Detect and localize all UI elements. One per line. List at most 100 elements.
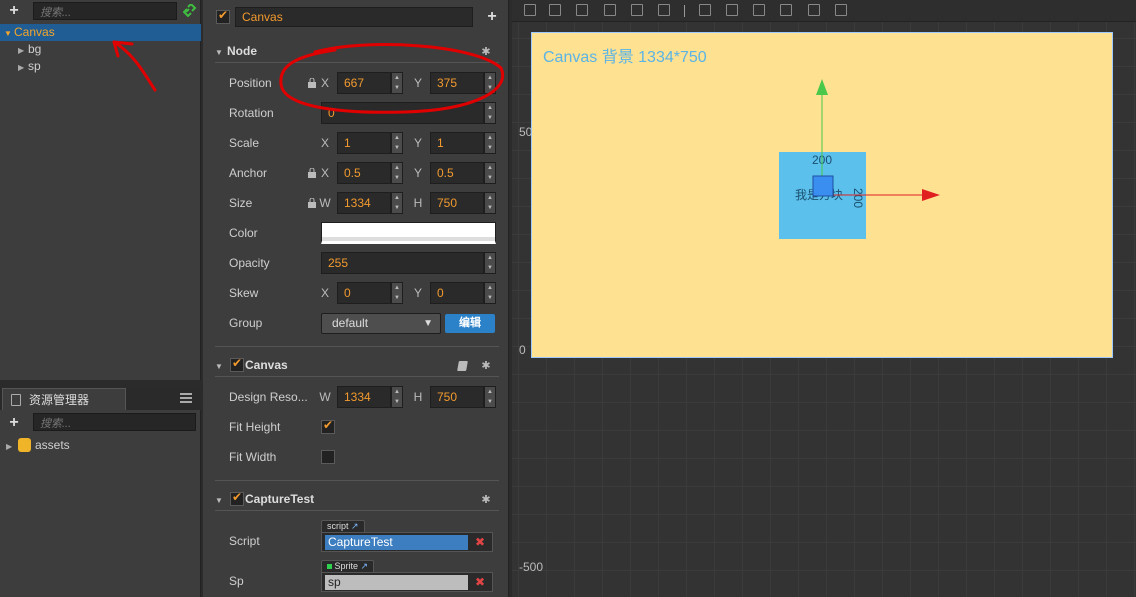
script-field[interactable]: CaptureTest ✖ xyxy=(321,532,493,552)
skew-y-input[interactable]: 0 xyxy=(430,282,484,304)
tab-assets-label: 资源管理器 xyxy=(29,393,90,407)
w-axis-label: W xyxy=(319,390,331,404)
add-asset-icon[interactable]: + xyxy=(6,415,22,431)
move-gizmo[interactable] xyxy=(812,79,942,204)
color-label: Color xyxy=(229,226,258,240)
canvas-enabled-checkbox[interactable] xyxy=(230,356,244,372)
collapse-arrow-icon[interactable]: ▼ xyxy=(215,490,227,512)
design-height-stepper[interactable]: ▲ ▼ xyxy=(484,386,496,408)
hierarchy-panel: + 搜索... ▼ Canvas ▶ bg ▶ sp xyxy=(0,0,201,380)
distribute-bottom-icon[interactable] xyxy=(753,4,765,16)
group-edit-button[interactable]: 编辑 xyxy=(445,314,495,333)
collapse-arrow-icon[interactable]: ▼ xyxy=(215,42,227,64)
assets-search-input[interactable]: 搜索... xyxy=(33,413,196,431)
node-active-checkbox[interactable] xyxy=(216,8,230,24)
tree-item-label: bg xyxy=(28,42,42,56)
capture-test-enabled-checkbox[interactable] xyxy=(230,490,244,506)
scale-x-stepper[interactable]: ▲ ▼ xyxy=(391,132,403,154)
sp-value: sp xyxy=(325,575,468,590)
book-icon[interactable] xyxy=(457,361,468,371)
x-axis-label: X xyxy=(320,286,329,300)
distribute-right-icon[interactable] xyxy=(835,4,847,16)
opacity-stepper[interactable]: ▲ ▼ xyxy=(484,252,496,274)
expand-arrow-icon[interactable]: ▶ xyxy=(6,442,12,451)
distribute-horizontal-icon[interactable] xyxy=(808,4,820,16)
size-h-stepper[interactable]: ▲ ▼ xyxy=(484,192,496,214)
scale-y-input[interactable]: 1 xyxy=(430,132,484,154)
canvas-node[interactable]: Canvas 背景 1334*750 我是方块 200 200 xyxy=(531,32,1113,358)
scene-view[interactable]: 500 0 -500 Canvas 背景 1334*750 我是方块 200 2… xyxy=(512,0,1136,597)
anchor-label: Anchor xyxy=(229,166,268,180)
distribute-left-icon[interactable] xyxy=(780,4,792,16)
align-bottom-icon[interactable] xyxy=(576,4,588,16)
align-right-icon[interactable] xyxy=(658,4,670,16)
lock-icon[interactable] xyxy=(307,198,317,208)
skew-y-stepper[interactable]: ▲ ▼ xyxy=(484,282,496,304)
clear-script-icon[interactable]: ✖ xyxy=(472,534,488,550)
expand-arrow-icon[interactable]: ▶ xyxy=(18,42,28,59)
lock-icon[interactable] xyxy=(307,168,317,178)
collapse-arrow-icon[interactable]: ▼ xyxy=(215,356,227,378)
external-link-icon[interactable]: ↗ xyxy=(351,521,359,531)
expand-arrow-icon[interactable]: ▶ xyxy=(18,59,28,76)
scale-x-input[interactable]: 1 xyxy=(337,132,391,154)
color-swatch[interactable] xyxy=(321,222,496,244)
sprite-dot-icon xyxy=(327,564,332,569)
align-horizontal-center-icon[interactable] xyxy=(631,4,643,16)
distribute-top-icon[interactable] xyxy=(699,4,711,16)
size-w-input[interactable]: 1334 xyxy=(337,192,391,214)
section-canvas[interactable]: ▼ Canvas xyxy=(215,354,499,376)
align-top-icon[interactable] xyxy=(524,4,536,16)
design-width-input[interactable]: 1334 xyxy=(337,386,391,408)
position-label: Position xyxy=(229,76,272,90)
menu-icon[interactable] xyxy=(180,393,192,403)
x-axis-label: X xyxy=(320,136,329,150)
section-capture-test[interactable]: ▼ CaptureTest xyxy=(215,488,499,510)
skew-x-stepper[interactable]: ▲ ▼ xyxy=(391,282,403,304)
chevron-down-icon: ▼ xyxy=(423,318,433,329)
fit-height-label: Fit Height xyxy=(229,420,281,434)
clear-sp-icon[interactable]: ✖ xyxy=(472,574,488,590)
section-canvas-title: Canvas xyxy=(245,358,288,372)
hierarchy-search-input[interactable]: 搜索... xyxy=(33,2,177,20)
node-name-input[interactable]: Canvas xyxy=(235,7,473,27)
script-value: CaptureTest xyxy=(325,535,468,550)
tree-item-assets[interactable]: ▶ assets xyxy=(6,437,70,454)
design-width-stepper[interactable]: ▲ ▼ xyxy=(391,386,403,408)
align-left-icon[interactable] xyxy=(604,4,616,16)
ruler-label: -500 xyxy=(519,560,544,574)
add-node-icon[interactable]: + xyxy=(6,3,22,19)
anchor-y-input[interactable]: 0.5 xyxy=(430,162,484,184)
capture-test-settings-gear-icon[interactable]: ✱ xyxy=(480,494,492,506)
assets-panel: 资源管理器 + 搜索... ▶ assets xyxy=(0,388,201,597)
size-label: Size xyxy=(229,196,253,210)
external-link-icon[interactable]: ↗ xyxy=(361,561,369,571)
divider xyxy=(215,510,499,511)
align-vertical-center-icon[interactable] xyxy=(549,4,561,16)
size-w-stepper[interactable]: ▲ ▼ xyxy=(391,192,403,214)
size-h-input[interactable]: 750 xyxy=(430,192,484,214)
distribute-vertical-icon[interactable] xyxy=(726,4,738,16)
anchor-x-input[interactable]: 0.5 xyxy=(337,162,391,184)
opacity-label: Opacity xyxy=(229,256,270,270)
w-axis-label: W xyxy=(319,196,331,210)
tab-assets[interactable]: 资源管理器 xyxy=(2,388,126,410)
expand-arrow-icon[interactable]: ▼ xyxy=(4,25,14,42)
canvas-settings-gear-icon[interactable]: ✱ xyxy=(480,360,492,372)
add-component-icon[interactable]: + xyxy=(484,9,500,25)
fit-height-checkbox[interactable] xyxy=(321,418,335,434)
design-resolution-label: Design Reso... xyxy=(229,390,308,404)
group-select[interactable]: default ▼ xyxy=(321,313,441,334)
anchor-y-stepper[interactable]: ▲ ▼ xyxy=(484,162,496,184)
anchor-x-stepper[interactable]: ▲ ▼ xyxy=(391,162,403,184)
fit-width-checkbox[interactable] xyxy=(321,450,335,464)
link-icon[interactable] xyxy=(182,2,197,18)
skew-x-input[interactable]: 0 xyxy=(337,282,391,304)
divider xyxy=(215,346,499,347)
design-height-input[interactable]: 750 xyxy=(430,386,484,408)
h-axis-label: H xyxy=(413,196,423,210)
scale-y-stepper[interactable]: ▲ ▼ xyxy=(484,132,496,154)
sp-field[interactable]: sp ✖ xyxy=(321,572,493,592)
opacity-input[interactable]: 255 xyxy=(321,252,484,274)
toolbar-separator xyxy=(684,5,685,17)
